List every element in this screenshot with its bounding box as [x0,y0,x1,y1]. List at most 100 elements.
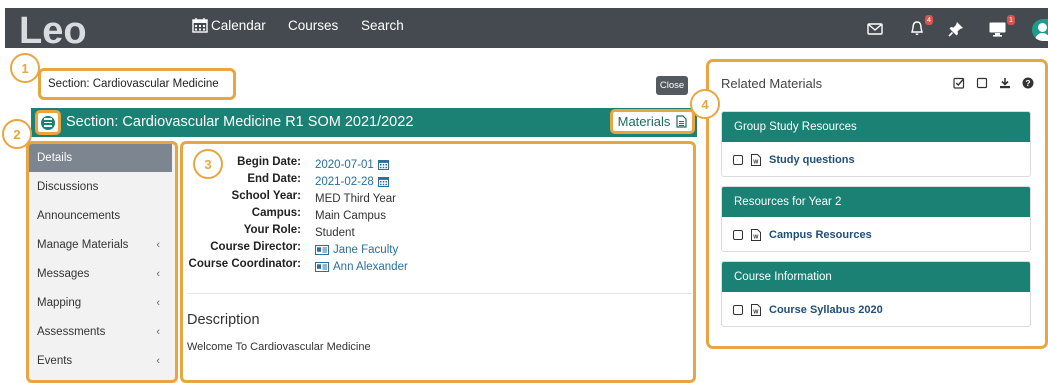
callout-1: 1 [10,53,40,83]
group-resources-year-2: Resources for Year 2 W Campus Resources [721,186,1031,252]
word-document-icon: W [751,303,761,316]
material-link[interactable]: Campus Resources [769,229,872,241]
material-link[interactable]: Study questions [769,154,855,166]
related-materials-panel: Related Materials ? Group Study Resource… [706,59,1048,349]
description-text: Welcome To Cardiovascular Medicine [187,341,371,353]
nav-courses-label: Courses [288,18,339,33]
callout-3: 3 [193,149,223,179]
sidebar-menu-toggle[interactable] [35,110,61,135]
detail-value[interactable]: 2021-02-28 [301,173,389,190]
monitor-button[interactable]: 1 [988,15,1015,38]
material-checkbox[interactable] [733,229,743,240]
detail-label: Your Role: [243,224,301,236]
sidebar-item-announcements[interactable]: Announcements [28,201,172,230]
course-director-name: Jane Faculty [333,243,399,256]
pin-icon[interactable] [947,20,965,38]
sidebar-item-mapping[interactable]: Mapping ‹ [28,288,172,317]
chevron-left-icon: ‹ [156,296,160,309]
group-title: Course Information [722,262,1030,292]
sidebar-item-label: Manage Materials [37,238,129,251]
detail-value: Student [315,226,355,239]
detail-course-coordinator: Course Coordinator: Ann Alexander [182,258,562,275]
section-title: Section: Cardiovascular Medicine [38,68,236,100]
help-icon[interactable]: ? [1022,77,1034,89]
details-panel: Begin Date: 2020-07-01 End Date: 2021-02… [182,143,695,383]
calendar-icon [377,177,389,187]
related-materials-toolbar: ? [953,77,1034,89]
detail-value: Main Campus [315,209,386,222]
divider [187,293,692,294]
detail-begin-date: Begin Date: 2020-07-01 [182,156,562,173]
sidebar-item-label: Events [37,354,73,367]
word-document-icon: W [751,228,761,241]
detail-label: Course Coordinator: [188,258,301,270]
sidebar-item-assessments[interactable]: Assessments ‹ [28,317,172,346]
top-navbar: Leo Calendar Courses Search 4 1 [5,8,1048,48]
sidebar-item-details[interactable]: Details [28,143,172,172]
calendar-icon [377,160,389,170]
materials-button[interactable]: Materials [610,109,695,134]
square-icon[interactable] [976,77,988,89]
nav-calendar[interactable]: Calendar [192,18,266,33]
sidebar-item-label: Details [37,151,73,164]
detail-label: Course Director: [210,241,301,253]
download-icon[interactable] [999,77,1011,89]
material-item: W Study questions [722,142,1030,177]
svg-text:?: ? [1025,78,1030,88]
nav-courses[interactable]: Courses [288,18,338,33]
notification-badge: 4 [924,15,933,25]
chevron-left-icon: ‹ [156,354,160,367]
callout-2: 2 [2,119,32,149]
course-coordinator-name: Ann Alexander [333,260,408,273]
mail-icon[interactable] [866,20,884,38]
leo-logo[interactable]: Leo [19,9,97,47]
nav-search-label: Search [361,18,404,33]
material-item: W Campus Resources [722,217,1030,252]
check-square-icon[interactable] [953,77,965,89]
sidebar-item-label: Discussions [37,180,99,193]
group-study-resources: Group Study Resources W Study questions [721,111,1031,177]
svg-text:W: W [753,309,759,315]
sidebar-item-manage-materials[interactable]: Manage Materials ‹ [28,230,172,259]
hamburger-icon [41,115,55,130]
material-item: W Course Syllabus 2020 [722,292,1030,327]
notifications-button[interactable]: 4 [908,15,933,38]
material-checkbox[interactable] [733,304,743,315]
detail-label: School Year: [231,190,301,202]
sidebar-item-label: Mapping [37,296,82,309]
detail-end-date: End Date: 2021-02-28 [182,173,562,190]
sidebar-item-label: Announcements [37,209,121,222]
chevron-left-icon: ‹ [156,238,160,251]
nav-calendar-label: Calendar [211,18,266,33]
chevron-left-icon: ‹ [156,267,160,280]
document-icon [676,115,687,128]
related-materials-title: Related Materials [721,76,823,91]
section-header-title: Section: Cardiovascular Medicine R1 SOM … [66,114,414,130]
detail-value[interactable]: 2020-07-01 [301,156,389,173]
contact-card-icon [315,261,329,272]
material-link[interactable]: Course Syllabus 2020 [769,304,883,316]
section-sidebar: Details Discussions Announcements Manage… [28,143,178,383]
group-title: Group Study Resources [722,112,1030,142]
detail-school-year: School Year: MED Third Year [182,190,562,207]
user-avatar[interactable] [1032,19,1048,41]
close-button[interactable]: Close [656,76,688,95]
word-document-icon: W [751,153,761,166]
detail-your-role: Your Role: Student [182,224,562,241]
svg-text:W: W [753,234,759,240]
sidebar-item-messages[interactable]: Messages ‹ [28,259,172,288]
sidebar-item-discussions[interactable]: Discussions [28,172,172,201]
monitor-badge: 1 [1006,15,1015,25]
materials-label: Materials [617,114,671,129]
course-director-link[interactable]: Jane Faculty [301,241,398,258]
sidebar-item-events[interactable]: Events ‹ [28,346,172,375]
course-coordinator-link[interactable]: Ann Alexander [301,258,408,275]
chevron-left-icon: ‹ [156,325,160,338]
material-checkbox[interactable] [733,154,743,165]
detail-value: MED Third Year [315,192,396,205]
description-title: Description [187,312,260,328]
section-header-bar: Section: Cardiovascular Medicine R1 SOM … [31,108,697,137]
end-date-value: 2021-02-28 [315,175,374,188]
begin-date-value: 2020-07-01 [315,158,374,171]
nav-search[interactable]: Search [361,18,404,33]
